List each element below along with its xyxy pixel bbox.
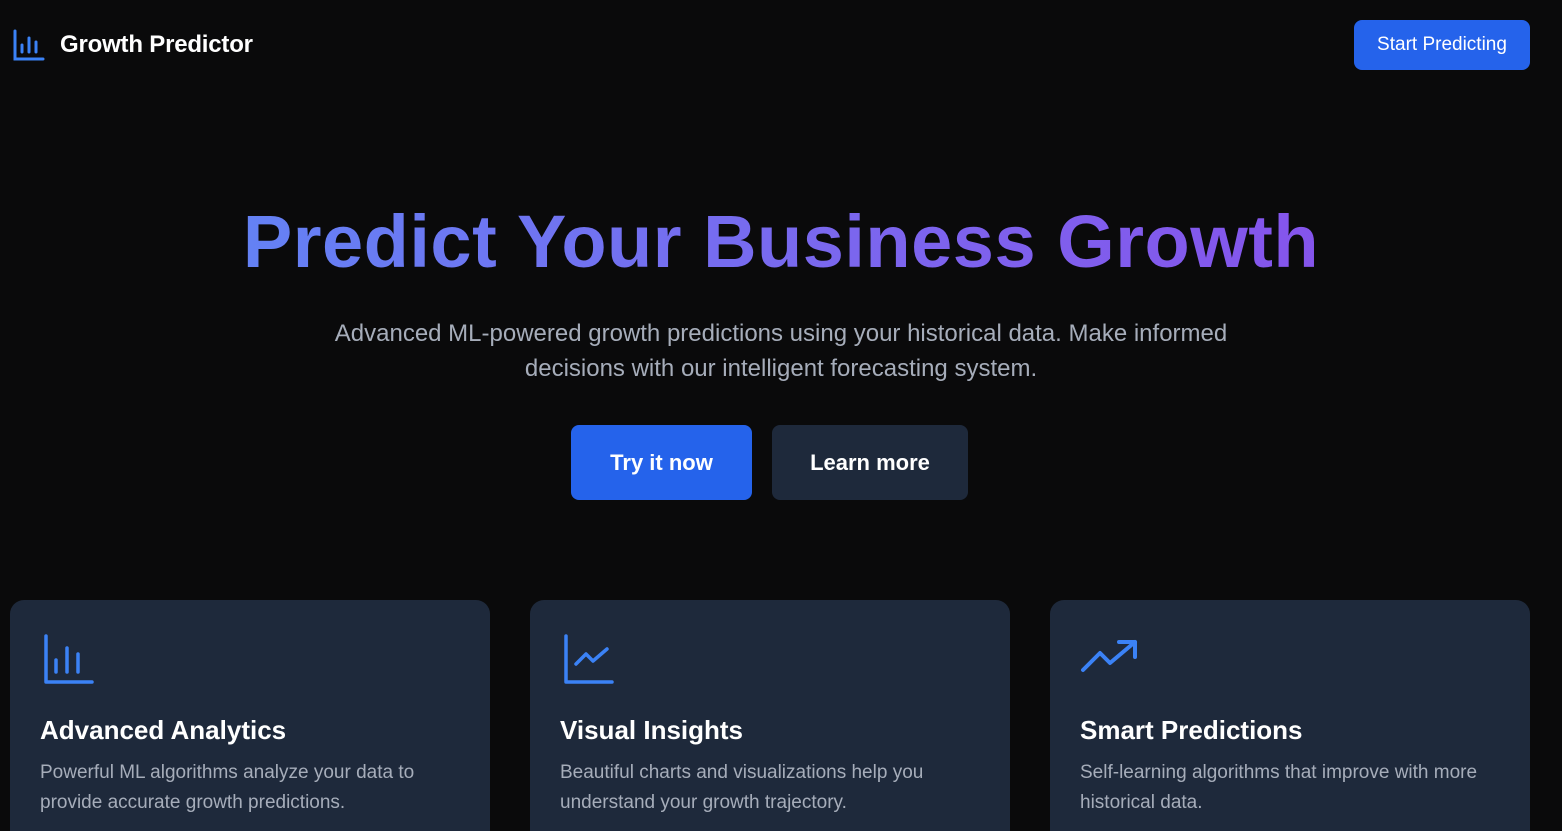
bar-chart-icon: [44, 634, 94, 684]
trending-up-icon: [1081, 640, 1137, 672]
bar-chart-icon: [13, 29, 45, 61]
feature-title: Visual Insights: [560, 715, 744, 745]
feature-description: Beautiful charts and visualizations help…: [560, 762, 924, 813]
features-section: Advanced Analytics Powerful ML algorithm…: [10, 600, 1530, 831]
feature-description: Self-learning algorithms that improve wi…: [1080, 762, 1478, 813]
feature-title: Advanced Analytics: [40, 715, 287, 745]
try-it-now-button[interactable]: Try it now: [571, 425, 752, 500]
brand-name: Growth Predictor: [60, 31, 253, 58]
feature-description: Powerful ML algorithms analyze your data…: [40, 762, 415, 813]
hero-actions: Try it now Learn more: [571, 425, 968, 500]
feature-card-insights: Visual Insights Beautiful charts and vis…: [530, 600, 1010, 831]
feature-title: Smart Predictions: [1080, 715, 1303, 745]
brand[interactable]: Growth Predictor: [12, 28, 253, 62]
start-predicting-button[interactable]: Start Predicting: [1354, 20, 1530, 70]
learn-more-button[interactable]: Learn more: [772, 425, 968, 500]
feature-card-analytics: Advanced Analytics Powerful ML algorithm…: [10, 600, 490, 831]
line-chart-icon: [564, 634, 614, 684]
hero-subtitle: Advanced ML-powered growth predictions u…: [334, 320, 1228, 382]
top-nav: Growth Predictor Start Predicting: [0, 0, 1562, 94]
landing-page: Growth Predictor Start Predicting Predic…: [0, 0, 1562, 831]
feature-card-predictions: Smart Predictions Self-learning algorith…: [1050, 600, 1530, 831]
hero-title: Predict Your Business Growth: [0, 196, 1562, 288]
